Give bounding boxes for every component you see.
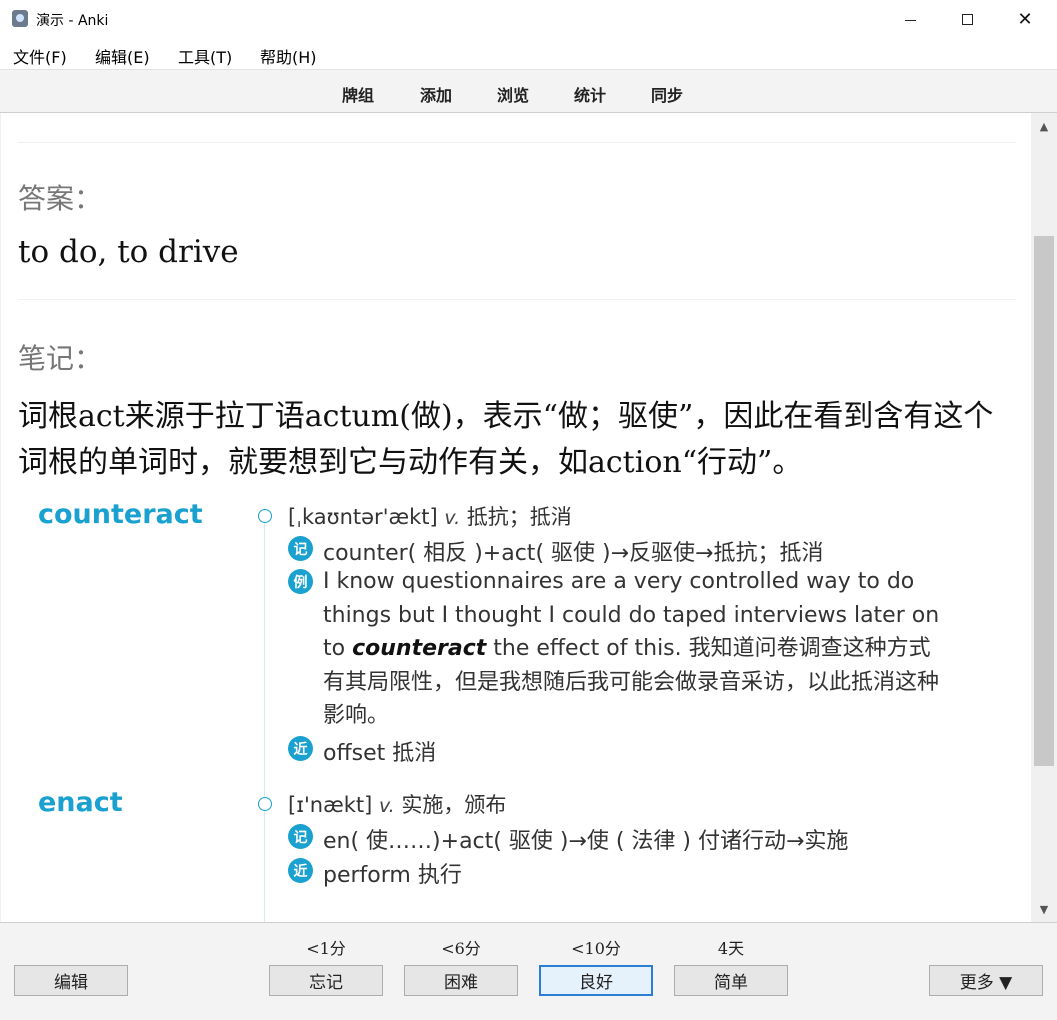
scroll-up-arrow-icon[interactable]: ▲ xyxy=(1031,113,1057,139)
phonetic: [ˌkaʊntər'ækt] xyxy=(288,505,438,529)
synonym-badge: 近 xyxy=(288,736,313,761)
note-text: 词根act来源于拉丁语actum(做)，表示“做；驱使”，因此在看到含有这个词根… xyxy=(18,399,994,480)
toolbar-sync[interactable]: 同步 xyxy=(651,82,683,106)
memo-text: en( 使……)+act( 驱使 )→使 ( 法律 ) 付诸行动→实施 xyxy=(323,829,849,854)
memo-text: counter( 相反 )+act( 驱使 )→反驱使→抵抗；抵消 xyxy=(323,541,824,566)
toolbar-browse[interactable]: 浏览 xyxy=(497,82,529,106)
example-fragment: to xyxy=(323,636,346,661)
answer-label: 答案： xyxy=(18,182,103,215)
example-badge: 例 xyxy=(288,569,313,594)
title-bar: 演示 - Anki ✕ xyxy=(0,0,1057,38)
headword-counteract: counteract xyxy=(38,499,203,530)
more-button[interactable]: 更多 ▼ xyxy=(929,965,1043,996)
bullet-dot xyxy=(258,797,272,811)
toolbar-add[interactable]: 添加 xyxy=(420,82,452,106)
easy-button[interactable]: 简单 xyxy=(674,965,788,996)
part-of-speech: v. xyxy=(444,507,461,529)
edit-button[interactable]: 编辑 xyxy=(14,965,128,996)
card-content: 答案： to do, to drive 笔记： 词根act来源于拉丁语actum… xyxy=(1,113,1031,922)
window-title: 演示 - Anki xyxy=(36,13,109,29)
memo-badge: 记 xyxy=(288,824,313,849)
main-toolbar: 牌组 添加 浏览 统计 同步 xyxy=(0,70,1057,113)
example-keyword: counteract xyxy=(352,636,487,661)
meaning: 抵抗；抵消 xyxy=(466,505,572,529)
phonetic: [ɪ'nækt] xyxy=(288,793,373,817)
synonym-text: perform 执行 xyxy=(323,863,462,888)
again-button[interactable]: 忘记 xyxy=(269,965,383,996)
close-button[interactable]: ✕ xyxy=(996,0,1054,38)
toolbar-decks[interactable]: 牌组 xyxy=(342,82,374,106)
interval-easy: 4天 xyxy=(717,939,745,958)
menu-bar: 文件(F) 编辑(E) 工具(T) 帮助(H) xyxy=(0,38,1057,70)
answer-bar: 编辑 <1分 忘记 <6分 困难 <10分 良好 4天 简单 更多 ▼ xyxy=(0,922,1057,1020)
divider xyxy=(18,299,1016,300)
anki-app-icon xyxy=(12,10,28,27)
example-fragment: the effect of this. 我知道问卷调查这种方式 xyxy=(493,636,931,661)
close-icon: ✕ xyxy=(1017,8,1033,30)
minimize-button[interactable] xyxy=(881,0,939,38)
interval-hard: <6分 xyxy=(441,939,481,958)
phonetic-line: [ˌkaʊntər'ækt] v. 抵抗；抵消 xyxy=(288,501,572,531)
example-line: I know questionnaires are a very control… xyxy=(323,569,915,594)
divider xyxy=(18,142,1016,143)
example-line: things but I thought I could do taped in… xyxy=(323,602,940,628)
answer-text: to do, to drive xyxy=(18,234,239,270)
maximize-icon xyxy=(961,13,973,25)
vertical-scrollbar[interactable]: ▲ ▼ xyxy=(1031,113,1057,922)
bullet-dot xyxy=(258,509,272,523)
note-label: 笔记： xyxy=(18,342,103,375)
hard-button[interactable]: 困难 xyxy=(404,965,518,996)
example-line: 影响。 xyxy=(323,703,390,728)
maximize-button[interactable] xyxy=(938,0,996,38)
toolbar-stats[interactable]: 统计 xyxy=(574,82,606,106)
headword-enact: enact xyxy=(38,787,123,818)
phonetic-line: [ɪ'nækt] v. 实施，颁布 xyxy=(288,789,506,819)
dictionary-image: counteract [ˌkaʊntər'ækt] v. 抵抗；抵消 记 cou… xyxy=(18,479,1015,922)
scroll-down-arrow-icon[interactable]: ▼ xyxy=(1031,896,1057,922)
minimize-icon xyxy=(904,19,916,21)
menu-edit[interactable]: 编辑(E) xyxy=(95,44,150,68)
good-button[interactable]: 良好 xyxy=(539,965,653,996)
menu-help[interactable]: 帮助(H) xyxy=(260,44,317,68)
timeline-line xyxy=(264,521,265,922)
meaning: 实施，颁布 xyxy=(401,793,507,817)
scroll-thumb[interactable] xyxy=(1034,236,1054,766)
synonym-text: offset 抵消 xyxy=(323,741,437,766)
menu-tools[interactable]: 工具(T) xyxy=(178,44,232,68)
menu-file[interactable]: 文件(F) xyxy=(13,44,67,68)
example-text: I know questionnaires are a very control… xyxy=(323,565,983,733)
interval-good: <10分 xyxy=(571,939,621,958)
example-line: to counteract the effect of this. 我知道问卷调… xyxy=(323,632,983,666)
part-of-speech: v. xyxy=(378,795,395,817)
memo-badge: 记 xyxy=(288,536,313,561)
example-line: 有其局限性，但是我想随后我可能会做录音采访，以此抵消这种 xyxy=(323,669,940,695)
synonym-badge: 近 xyxy=(288,858,313,883)
interval-again: <1分 xyxy=(306,939,346,958)
